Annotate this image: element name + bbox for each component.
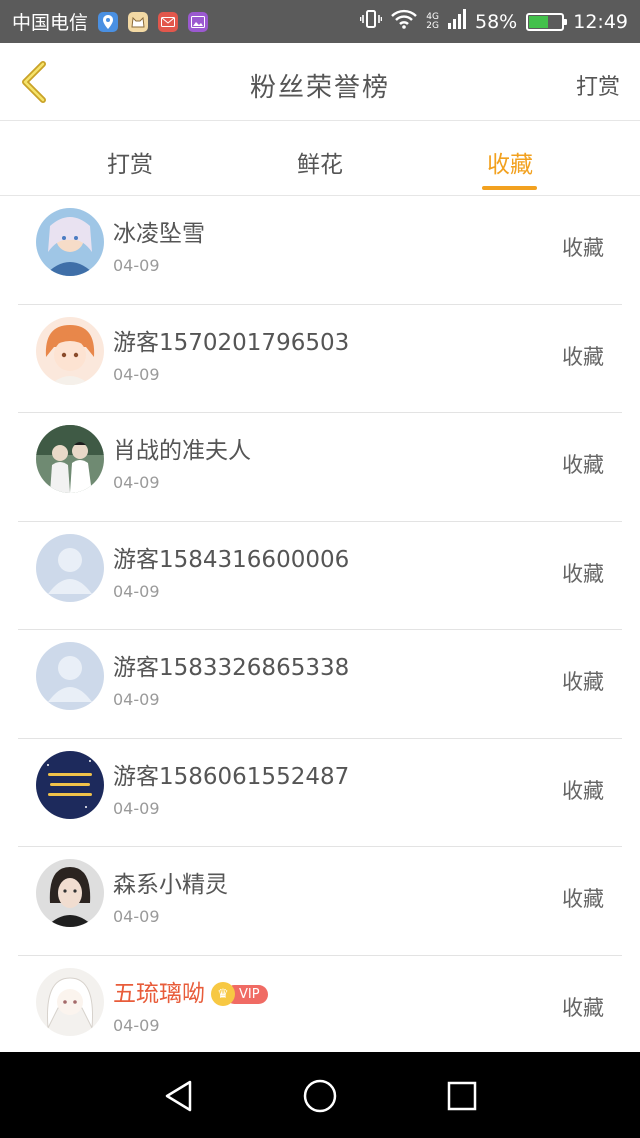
- user-name: 游客1586061552487: [113, 763, 350, 790]
- favorite-label: 收藏: [562, 887, 604, 911]
- list-item[interactable]: 肖战的准夫人 04-09 收藏: [0, 413, 640, 522]
- status-bar: 中国电信 4G 2G 58% 12:49: [0, 0, 640, 43]
- date: 04-09: [113, 907, 160, 926]
- list-item[interactable]: 五琉璃呦 ♛ VIP 04-09 收藏: [0, 956, 640, 1053]
- avatar: [36, 208, 104, 276]
- home-circle-icon: [303, 1079, 337, 1113]
- favorite-label: 收藏: [562, 995, 604, 1020]
- avatar: [36, 316, 104, 385]
- gallery-app-icon: [188, 11, 209, 32]
- page-title: 粉丝荣誉榜: [249, 73, 390, 103]
- user-name: 游客1583326865338: [113, 655, 350, 681]
- tab-tip[interactable]: 打赏: [70, 145, 190, 179]
- vibrate-icon: [359, 9, 383, 34]
- favorite-label: 收藏: [562, 778, 604, 803]
- list-item[interactable]: 游客1584316600006 04-09 收藏: [0, 522, 640, 631]
- user-name: 游客1584316600006: [113, 546, 350, 573]
- app-header: 粉丝荣誉榜 打赏: [0, 43, 640, 121]
- favorite-label: 收藏: [562, 453, 604, 477]
- network-2g-label: 2G: [426, 20, 439, 31]
- date: 04-09: [113, 581, 160, 601]
- list-item[interactable]: 游客1583326865338 04-09 收藏: [0, 630, 640, 739]
- avatar: [36, 533, 104, 602]
- battery-icon: [526, 12, 568, 31]
- battery-level-fill: [529, 15, 549, 28]
- carrier-label: 中国电信: [12, 12, 89, 34]
- avatar: [36, 750, 104, 819]
- date: 04-09: [113, 364, 160, 384]
- cat-app-icon: [128, 11, 149, 32]
- favorite-label: 收藏: [562, 344, 604, 369]
- avatar: [36, 859, 104, 927]
- favorite-label: 收藏: [562, 670, 604, 694]
- avatar: [36, 425, 104, 493]
- tab-bar: 打赏 鲜花 收藏: [0, 121, 640, 196]
- list-item[interactable]: 森系小精灵 04-09 收藏: [0, 847, 640, 956]
- user-name: 肖战的准夫人: [113, 438, 251, 464]
- recents-square-icon: [447, 1081, 477, 1111]
- network-type: 4G 2G: [426, 12, 439, 31]
- date: 04-09: [113, 1015, 160, 1035]
- date: 04-09: [113, 798, 160, 818]
- wifi-icon: [391, 9, 418, 34]
- user-name: 冰凌坠雪: [113, 221, 205, 247]
- back-triangle-icon: [165, 1080, 192, 1112]
- user-name: 森系小精灵: [113, 872, 228, 898]
- nav-back-button[interactable]: [156, 1074, 200, 1118]
- list-item[interactable]: 游客1570201796503 04-09 收藏: [0, 305, 640, 414]
- user-name: 五琉璃呦 ♛ VIP: [113, 974, 268, 1008]
- crown-icon: ♛: [211, 982, 235, 1006]
- user-name: 游客1570201796503: [113, 329, 350, 356]
- favorite-label: 收藏: [562, 561, 604, 586]
- battery-percent: 58%: [475, 10, 518, 33]
- active-tab-indicator: [482, 186, 537, 190]
- mail-app-icon: [158, 11, 179, 32]
- vip-badge: ♛ VIP: [211, 982, 268, 1006]
- date: 04-09: [113, 690, 160, 709]
- date: 04-09: [113, 256, 160, 275]
- nav-home-button[interactable]: [298, 1074, 342, 1118]
- date: 04-09: [113, 473, 160, 492]
- nav-recents-button[interactable]: [440, 1074, 484, 1118]
- fan-list: 冰凌坠雪 04-09 收藏 游客1570201796503 04-09 收藏 肖…: [0, 196, 640, 1052]
- system-nav-bar: [0, 1052, 640, 1138]
- avatar: [36, 967, 104, 1036]
- user-name-text: 五琉璃呦: [113, 980, 205, 1007]
- tab-favorites[interactable]: 收藏: [450, 145, 570, 179]
- tab-flowers[interactable]: 鲜花: [260, 145, 380, 179]
- avatar: [36, 642, 104, 710]
- list-item[interactable]: 游客1586061552487 04-09 收藏: [0, 739, 640, 848]
- location-app-icon: [98, 11, 119, 32]
- favorite-label: 收藏: [562, 236, 604, 260]
- signal-icon: [448, 9, 466, 34]
- tip-button[interactable]: 打赏: [576, 69, 620, 101]
- list-item[interactable]: 冰凌坠雪 04-09 收藏: [0, 196, 640, 305]
- clock: 12:49: [573, 10, 628, 33]
